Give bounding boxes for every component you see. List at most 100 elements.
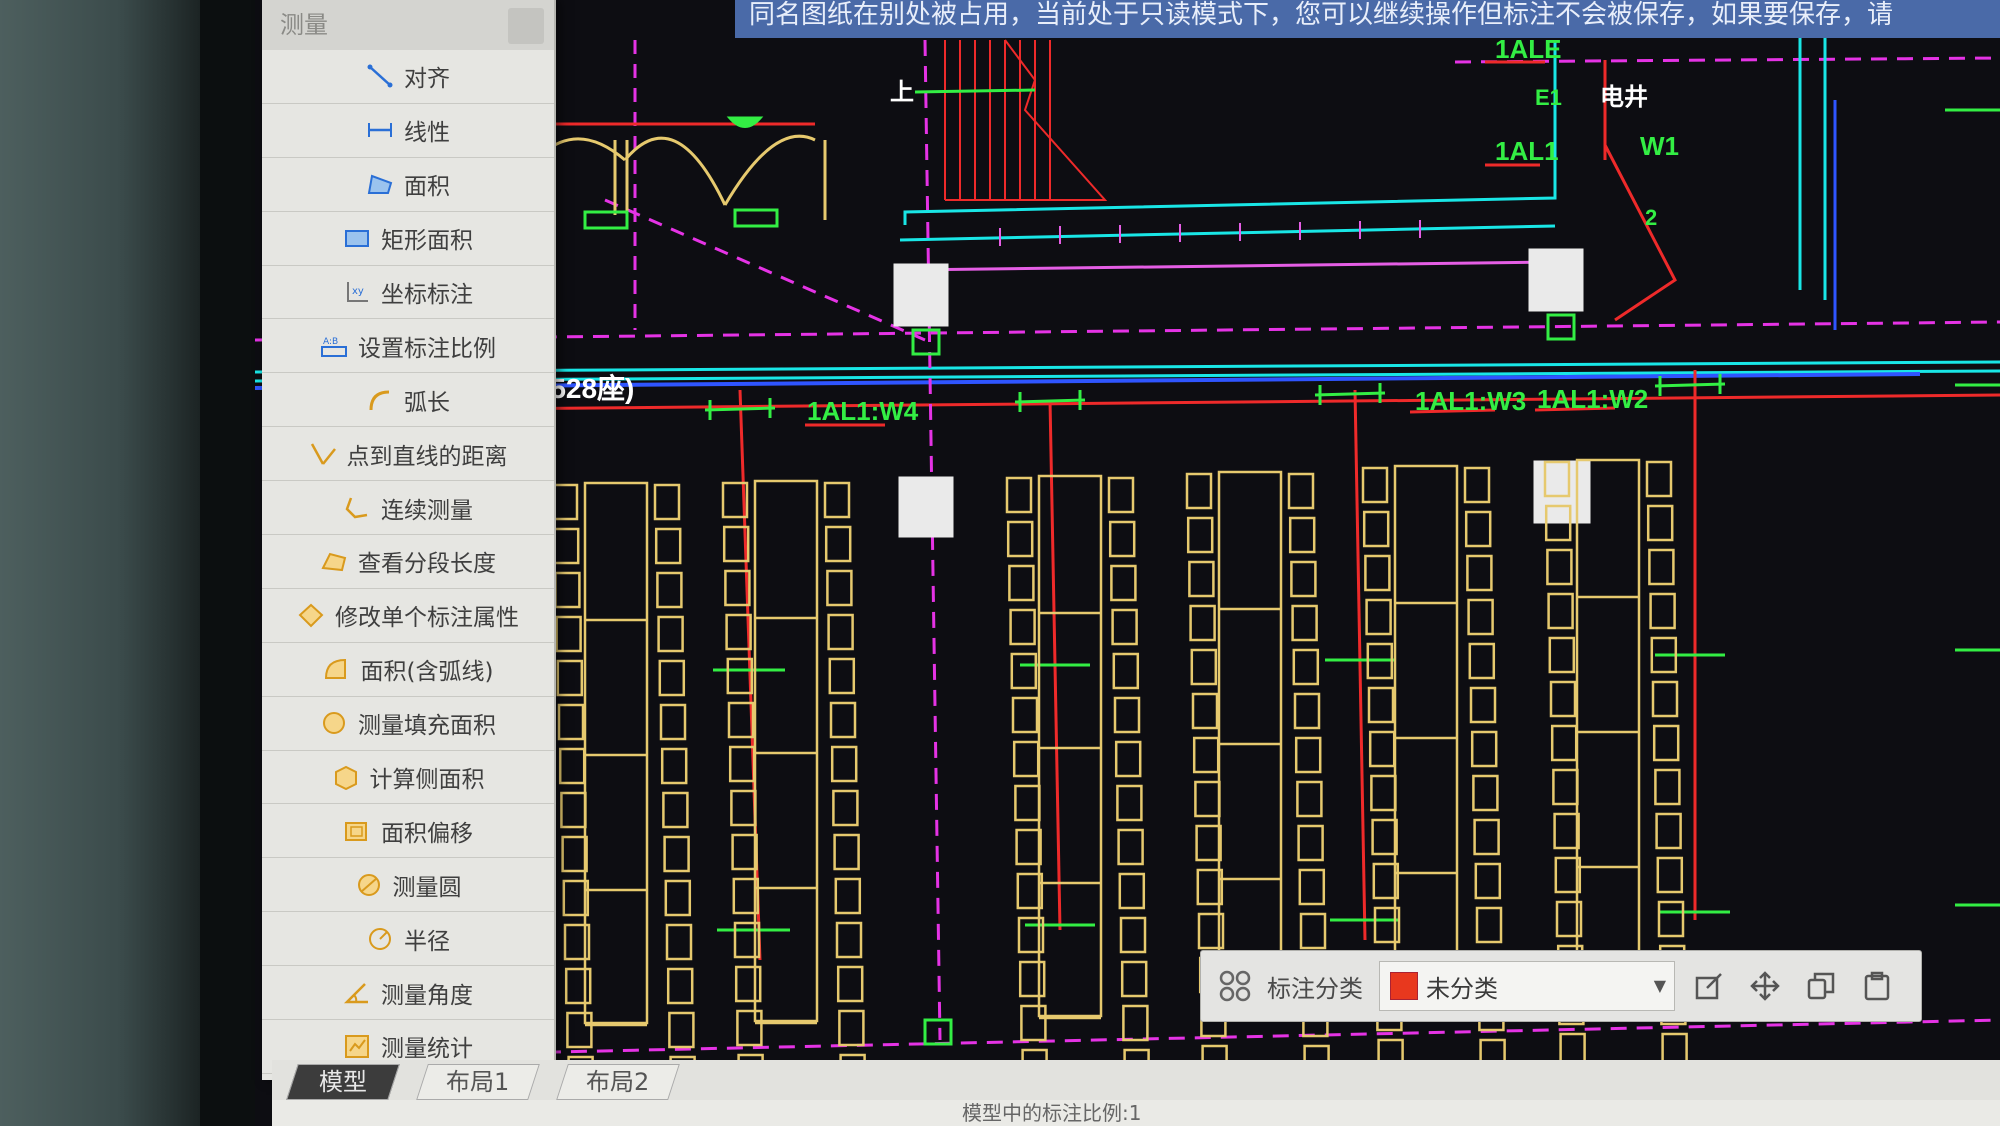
measure-item-label: 测量圆 (392, 874, 462, 901)
parking-stall (830, 745, 858, 783)
parking-bay (1393, 464, 1459, 1008)
annotation-category-select[interactable]: 未分类 ▼ (1379, 961, 1675, 1011)
parking-stall (838, 1009, 865, 1047)
measure-item-aligned-dimension[interactable]: 对齐 (262, 50, 554, 104)
parking-stall (1190, 648, 1218, 686)
tab-layout2[interactable]: 布局2 (556, 1064, 680, 1100)
magenta-diagonal (604, 198, 926, 342)
measure-item-arc-area[interactable]: 面积(含弧线) (262, 643, 554, 697)
parking-stall (1012, 740, 1040, 778)
parking-stall (1290, 560, 1317, 598)
parking-stall (1288, 516, 1316, 554)
edit-button[interactable] (1687, 964, 1731, 1008)
parking-stall (835, 921, 863, 959)
continuous-measure-icon (343, 495, 371, 521)
parking-stall (1006, 520, 1034, 558)
grid-icon[interactable] (1217, 968, 1253, 1004)
parking-stall (1466, 554, 1493, 592)
measure-item-label: 矩形面积 (381, 228, 473, 255)
measure-item-hatch-area[interactable]: 测量填充面积 (262, 697, 554, 751)
paste-icon (1864, 971, 1890, 1001)
parking-stall (734, 965, 762, 1003)
parking-stall (1656, 856, 1684, 894)
parking-bay (1037, 474, 1103, 1018)
cad-label-e1: E1 (1535, 85, 1562, 110)
copy-button[interactable] (1799, 964, 1843, 1008)
measure-item-arc-length[interactable]: 弧长 (262, 373, 554, 428)
cad-label-1al1-w4: 1AL1:W4 (807, 396, 919, 426)
measure-item-circle-measure[interactable]: 测量圆 (262, 858, 554, 913)
parking-stall (1371, 818, 1398, 856)
measure-item-continuous-measure[interactable]: 连续测量 (262, 481, 554, 536)
parking-stall (1107, 476, 1135, 514)
measure-item-scale[interactable]: A:B 设置标注比例 (262, 319, 554, 374)
parking-stall (1185, 472, 1213, 510)
measure-item-area[interactable]: 面积 (262, 158, 554, 212)
parking-stall (1011, 696, 1039, 734)
parking-stall (1296, 780, 1323, 818)
measure-item-label: 对齐 (404, 66, 450, 93)
move-button[interactable] (1743, 964, 1787, 1008)
parking-stall (1189, 604, 1216, 642)
parking-stall (1361, 466, 1389, 504)
measure-item-rect-area[interactable]: 矩形面积 (262, 212, 554, 266)
measure-item-radius[interactable]: 半径 (262, 912, 554, 967)
paste-button[interactable] (1855, 964, 1899, 1008)
parking-stall (1018, 960, 1046, 998)
device-e-right (733, 208, 779, 228)
cyan-corridor (903, 40, 1557, 225)
parking-stall (1118, 872, 1146, 910)
measure-item-segment-length[interactable]: 查看分段长度 (262, 535, 554, 589)
parking-stall (1110, 564, 1137, 602)
statistics-icon (343, 1033, 371, 1059)
tab-layout1[interactable]: 布局1 (416, 1064, 540, 1100)
parking-stall (1368, 730, 1396, 768)
radius-icon (366, 926, 394, 952)
cad-label-up: 上 (890, 79, 914, 106)
measure-item-linear-dimension[interactable]: 线性 (262, 104, 554, 158)
parking-stall (1201, 1044, 1228, 1060)
parking-stall (1474, 862, 1502, 900)
measure-item-point-line-distance[interactable]: 点到直线的距离 (262, 427, 554, 482)
parking-stall (1552, 768, 1579, 806)
stair-hatch (944, 39, 1108, 201)
column-block (898, 476, 954, 538)
parking-stall (1297, 824, 1324, 862)
measure-item-label: 线性 (404, 120, 450, 147)
parking-stall (1377, 1038, 1404, 1060)
parking-stall (1113, 696, 1141, 734)
parking-stall (1010, 652, 1038, 690)
parking-stall (1123, 1048, 1150, 1060)
measure-item-label: 半径 (404, 928, 450, 955)
measure-item-coordinate[interactable]: xy 坐标标注 (262, 266, 554, 320)
parking-stall (727, 701, 755, 739)
measure-item-area-offset[interactable]: 面积偏移 (262, 804, 554, 859)
parking-stall (833, 833, 860, 871)
parking-stall (1116, 784, 1143, 822)
category-color-swatch (1390, 972, 1418, 1000)
parking-bay (753, 479, 819, 1023)
parking-stall (663, 835, 690, 873)
measure-item-angle[interactable]: 测量角度 (262, 966, 554, 1021)
panel-pin-button[interactable] (508, 8, 544, 44)
parking-stall (1293, 692, 1321, 730)
tab-model[interactable]: 模型 (286, 1064, 400, 1100)
parking-stall (1654, 768, 1681, 806)
parking-stall (1192, 736, 1220, 774)
parking-stall (1470, 730, 1498, 768)
parking-stall (653, 483, 681, 521)
device-e-left (583, 210, 629, 230)
parking-bay (1217, 470, 1283, 1014)
cad-label-2: 2 (1645, 205, 1657, 230)
measure-item-side-area[interactable]: 计算侧面积 (262, 751, 554, 805)
parking-stall (1119, 916, 1147, 954)
parking-stall (1015, 828, 1042, 866)
category-selected-value: 未分类 (1426, 974, 1498, 1003)
magenta-dashed-vertical (923, 39, 942, 1041)
linear-dimension-icon (366, 117, 394, 143)
point-line-distance-icon (309, 441, 337, 467)
status-bar: 模型中的标注比例:1 (272, 1100, 2000, 1126)
label-leaders (805, 60, 1616, 427)
segment-length-icon (320, 548, 348, 574)
measure-item-edit-dimension[interactable]: 修改单个标注属性 (262, 589, 554, 643)
